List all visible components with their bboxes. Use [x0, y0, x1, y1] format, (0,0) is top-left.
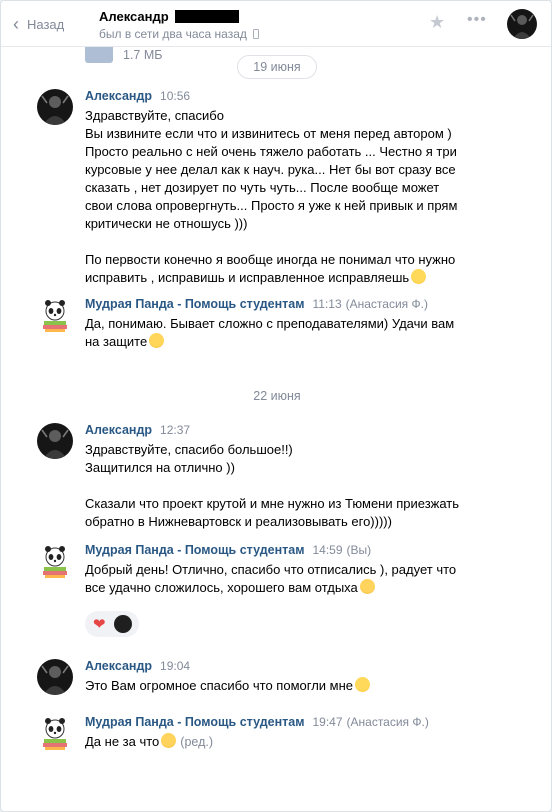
file-attachment[interactable]: 1.7 МБ [85, 47, 162, 63]
sender-note: (Анастасия Ф.) [346, 715, 429, 729]
date-separator: 19 июня [237, 55, 317, 79]
file-size: 1.7 МБ [123, 48, 163, 62]
phone-icon [252, 29, 259, 39]
message-text: По первости конечно я вообще иногда не п… [85, 252, 456, 285]
author-name[interactable]: Мудрая Панда - Помощь студентам [85, 715, 304, 729]
author-name[interactable]: Александр [85, 659, 152, 673]
panda-avatar[interactable] [37, 715, 73, 751]
smiling-face-emoji-icon [359, 579, 375, 594]
message-text: Здравствуйте, спасибо Вы извините если ч… [85, 108, 458, 231]
redacted-surname [174, 10, 239, 23]
chat-header: ‹ Назад Александр был в сети два часа на… [1, 1, 551, 47]
message-text: Добрый день! Отлично, спасибо что отписа… [85, 562, 457, 595]
grinning-emoji-icon [355, 677, 371, 692]
message-text: Здравствуйте, спасибо большое!!) Защитил… [85, 442, 293, 475]
author-name[interactable]: Александр [85, 423, 152, 437]
author-name[interactable]: Мудрая Панда - Помощь студентам [85, 297, 304, 311]
laughing-emoji-icon [411, 269, 427, 284]
avatar[interactable] [37, 659, 73, 695]
message-text: Да не за что [85, 734, 160, 749]
edited-label[interactable]: (ред.) [180, 735, 213, 749]
message-text: Это Вам огромное спасибо что помогли мне [85, 678, 354, 693]
message-time[interactable]: 19:04 [160, 659, 190, 673]
message-text: Да, понимаю. Бывает сложно с преподавате… [85, 316, 455, 349]
author-name[interactable]: Александр [85, 89, 152, 103]
reactor-avatar[interactable] [113, 615, 132, 633]
message-time[interactable]: 14:59 [312, 543, 342, 557]
message-time[interactable]: 12:37 [160, 423, 190, 437]
heart-icon: ❤ [93, 615, 106, 633]
peer-name-text: Александр [99, 9, 169, 24]
back-button[interactable]: ‹ Назад [13, 13, 64, 35]
star-icon[interactable]: ★ [429, 12, 445, 33]
peer-avatar[interactable] [507, 9, 537, 39]
avatar[interactable] [37, 89, 73, 125]
sender-note: (Анастасия Ф.) [345, 297, 428, 311]
message-time[interactable]: 11:13 [312, 297, 341, 311]
message-list[interactable]: 1.7 МБ 19 июня Александр 10:56 Здравству… [1, 47, 551, 811]
chevron-left-icon: ‹ [13, 14, 19, 34]
smiling-face-emoji-icon [161, 733, 177, 748]
message-time[interactable]: 10:56 [160, 89, 190, 103]
author-name[interactable]: Мудрая Панда - Помощь студентам [85, 543, 304, 557]
chat-window: ‹ Назад Александр был в сети два часа на… [0, 0, 552, 812]
smile-emoji-icon [149, 333, 165, 348]
date-separator: 22 июня [253, 389, 301, 403]
panda-avatar[interactable] [37, 543, 73, 579]
peer-status-text: был в сети два часа назад [99, 27, 247, 41]
reactions-bar[interactable]: ❤ [85, 611, 139, 637]
back-label: Назад [27, 16, 65, 32]
avatar[interactable] [37, 423, 73, 459]
message-time[interactable]: 19:47 [312, 715, 342, 729]
more-icon[interactable]: ••• [467, 11, 487, 29]
panda-avatar[interactable] [37, 297, 73, 333]
peer-name[interactable]: Александр [99, 9, 239, 24]
sender-note: (Вы) [346, 543, 372, 557]
peer-status: был в сети два часа назад [99, 27, 259, 41]
file-icon [85, 47, 113, 63]
message-text: Сказали что проект крутой и мне нужно из… [85, 496, 460, 529]
